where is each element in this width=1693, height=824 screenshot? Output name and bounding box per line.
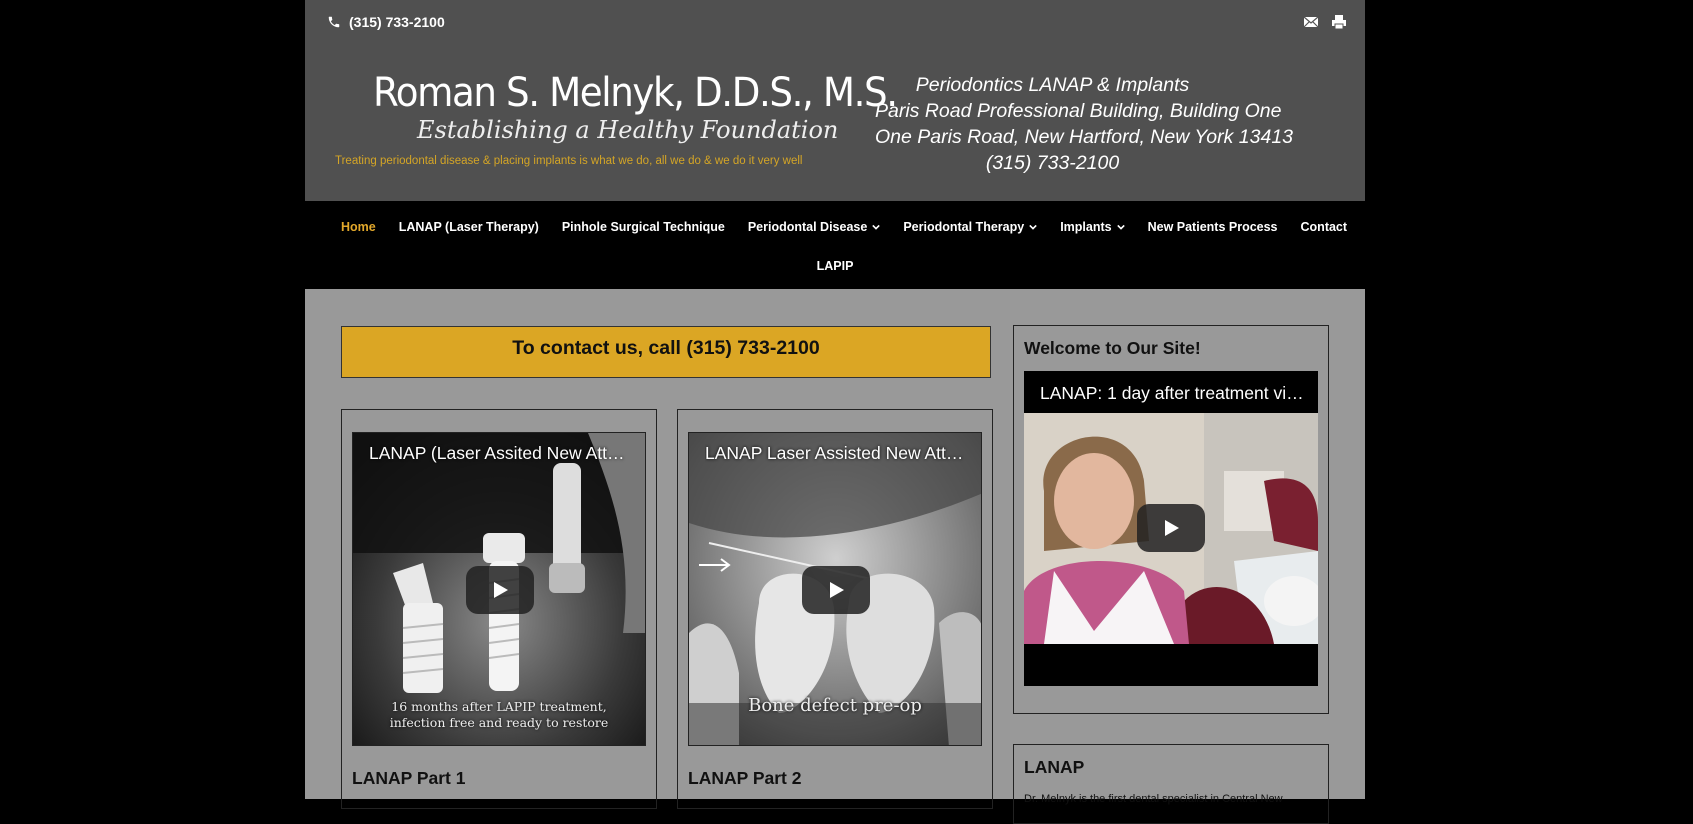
video-caption: 16 months after LAPIP treatment, infecti… <box>389 699 609 730</box>
play-icon <box>830 582 844 598</box>
address-line: One Paris Road, New Hartford, New York 1… <box>875 126 1294 148</box>
call-banner: To contact us, call (315) 733-2100 <box>341 326 991 378</box>
video-caption: Bone defect pre-op <box>748 695 922 716</box>
nav-item-lanap[interactable]: LANAP (Laser Therapy) <box>399 220 539 234</box>
address-phone: (315) 733-2100 <box>985 152 1120 174</box>
call-banner-text: To contact us, call (315) 733-2100 <box>512 337 820 359</box>
site-header: (315) 733-2100 Roman S. Melnyk, D.D.S., … <box>305 0 1365 201</box>
play-button[interactable] <box>1137 504 1205 552</box>
page-wrapper: (315) 733-2100 Roman S. Melnyk, D.D.S., … <box>305 0 1365 824</box>
sidebar-welcome: Welcome to Our Site! LANAP: 1 day after … <box>1013 325 1329 714</box>
main-nav: Home LANAP (Laser Therapy) Pinhole Surgi… <box>305 201 1365 289</box>
nav-item-periodontal-therapy[interactable]: Periodontal Therapy <box>903 220 1037 234</box>
nav-item-pinhole[interactable]: Pinhole Surgical Technique <box>562 220 725 234</box>
play-icon <box>494 582 508 598</box>
lanap-text: Dr. Melnyk is the first dental specialis… <box>1024 793 1283 805</box>
card-title[interactable]: LANAP Part 2 <box>688 768 801 789</box>
video-card-1: LANAP (Laser Assited New Attachment Proc… <box>341 409 657 809</box>
main-content: To contact us, call (315) 733-2100 LANAP… <box>305 289 1365 824</box>
site-logo[interactable]: Roman S. Melnyk, D.D.S., M.S. Establishi… <box>335 70 898 180</box>
top-phone[interactable]: (315) 733-2100 <box>327 14 445 30</box>
video-player-1[interactable]: LANAP (Laser Assited New Attachment Proc… <box>352 432 646 746</box>
welcome-title: Welcome to Our Site! <box>1024 338 1201 358</box>
logo-subline: Treating periodontal disease & placing i… <box>335 155 803 167</box>
email-icon[interactable] <box>1303 14 1319 30</box>
video-title: LANAP Laser Assisted New Attachment Proc… <box>705 443 969 463</box>
chevron-down-icon <box>872 223 881 231</box>
video-player-2[interactable]: LANAP Laser Assisted New Attachment Proc… <box>688 432 982 746</box>
nav-item-periodontal-disease[interactable]: Periodontal Disease <box>748 220 881 234</box>
sidebar-lanap: LANAP Dr. Melnyk is the first dental spe… <box>1013 744 1329 824</box>
logo-tagline: Establishing a Healthy Foundation <box>417 116 839 144</box>
phone-icon <box>327 15 341 29</box>
nav-item-home[interactable]: Home <box>341 220 376 234</box>
logo-name: Roman S. Melnyk, D.D.S., M.S. <box>373 70 898 116</box>
nav-item-new-patients[interactable]: New Patients Process <box>1148 220 1278 234</box>
play-button[interactable] <box>466 566 534 614</box>
play-icon <box>1165 520 1179 536</box>
nav-item-contact[interactable]: Contact <box>1301 220 1348 234</box>
address-line: Paris Road Professional Building, Buildi… <box>875 100 1282 122</box>
header-address: Periodontics LANAP & Implants Paris Road… <box>875 72 1294 176</box>
top-icons <box>1303 14 1347 30</box>
nav-item-lapip[interactable]: LAPIP <box>817 259 854 273</box>
nav-row: Home LANAP (Laser Therapy) Pinhole Surgi… <box>341 220 1347 234</box>
nav-row: LAPIP <box>305 257 1365 275</box>
nav-item-implants[interactable]: Implants <box>1060 220 1125 234</box>
lanap-title: LANAP <box>1024 757 1085 777</box>
card-title[interactable]: LANAP Part 1 <box>352 768 465 789</box>
chevron-down-icon <box>1029 223 1037 231</box>
chevron-down-icon <box>1116 223 1125 231</box>
print-icon[interactable] <box>1331 14 1347 30</box>
play-button[interactable] <box>802 566 870 614</box>
top-phone-number: (315) 733-2100 <box>349 14 445 30</box>
video-title: LANAP (Laser Assited New Attachment Proc… <box>369 443 633 463</box>
testimonial-video[interactable]: LANAP: 1 day after treatment video testi… <box>1024 371 1318 686</box>
video-card-2: LANAP Laser Assisted New Attachment Proc… <box>677 409 993 809</box>
address-line: Periodontics LANAP & Implants <box>915 74 1190 96</box>
video-title: LANAP: 1 day after treatment video testi… <box>1040 383 1306 403</box>
